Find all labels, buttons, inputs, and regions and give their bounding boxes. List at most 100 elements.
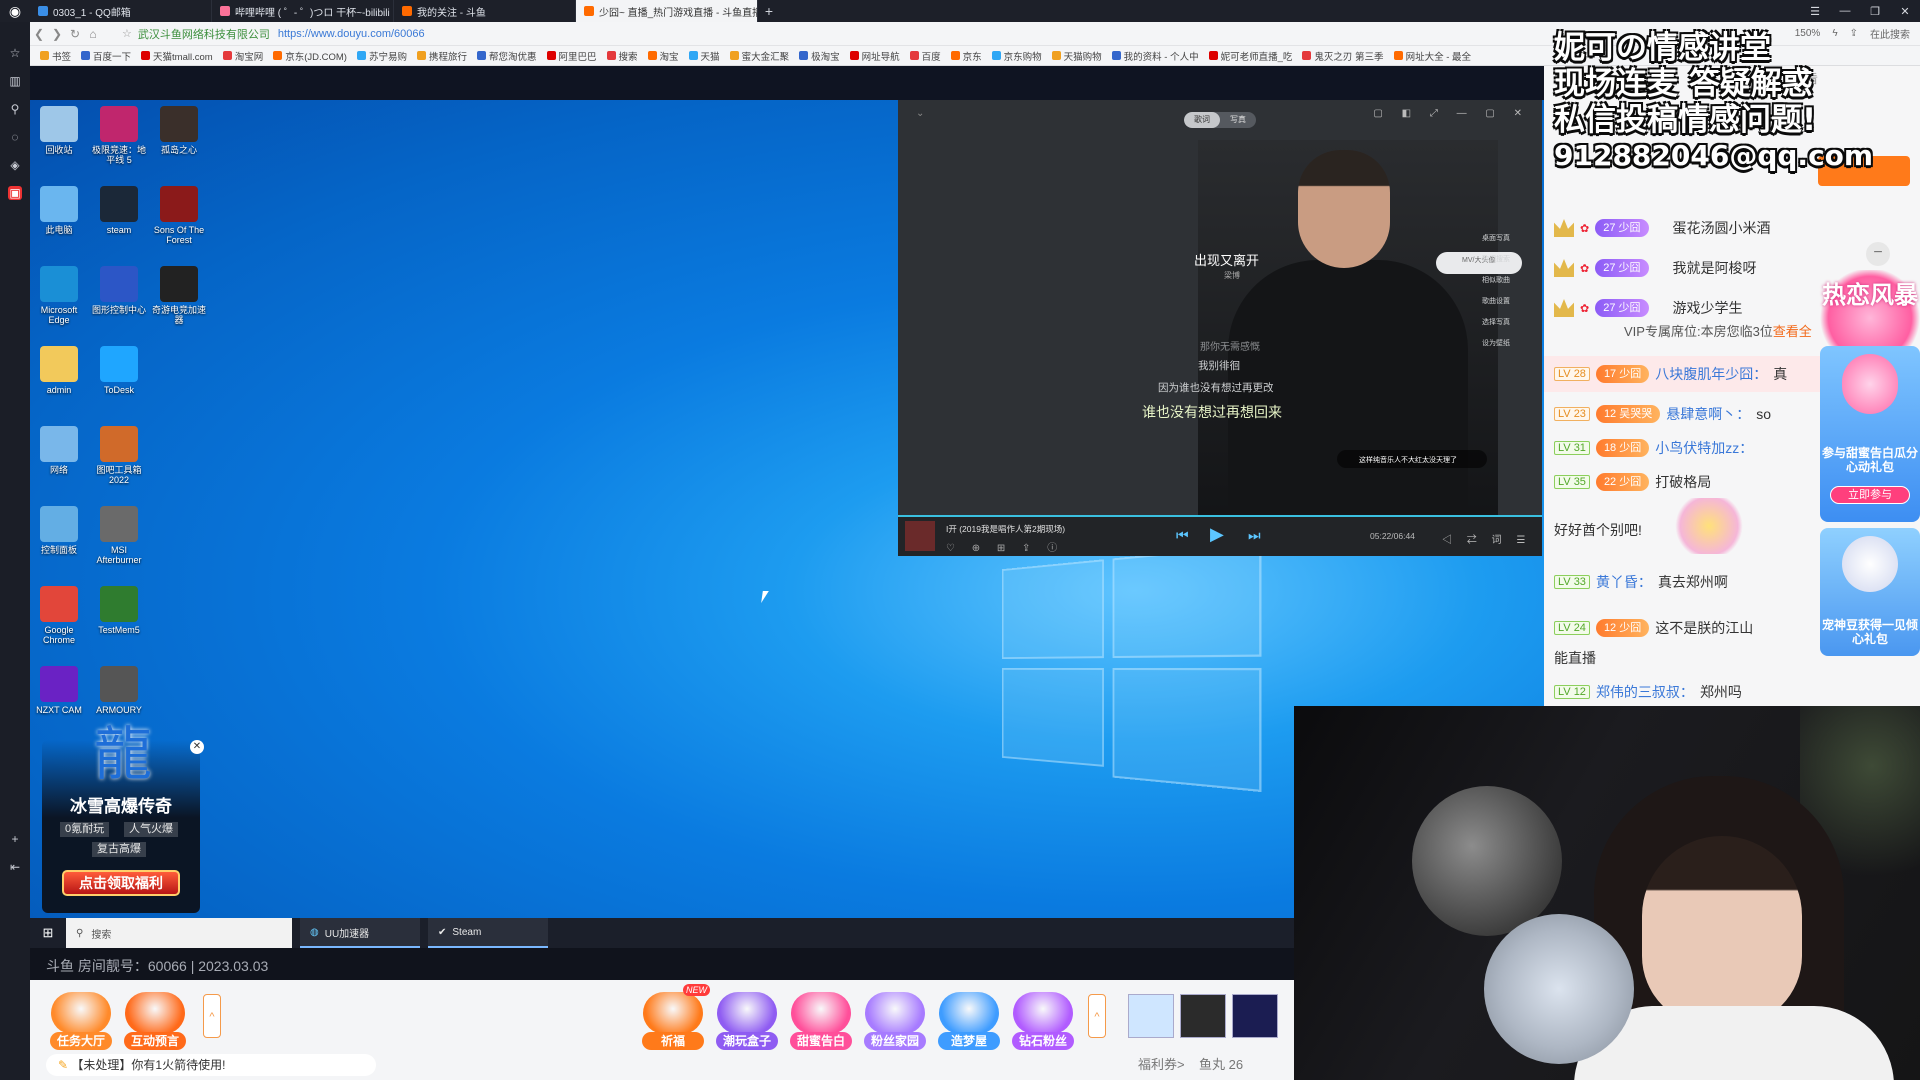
chat-message[interactable]: LV 31 18 少囧 小鸟伏特加zz：: [1554, 436, 1753, 460]
minimize-icon[interactable]: —: [1830, 0, 1860, 22]
gift-rocket-icon[interactable]: [1180, 994, 1226, 1038]
task-uu-accelerator[interactable]: ◍ UU加速器: [300, 918, 420, 948]
toolbar-button[interactable]: 钻石粉丝: [1010, 992, 1076, 1050]
join-now-button[interactable]: 立即参与: [1830, 486, 1910, 504]
chat-icon[interactable]: ◌: [8, 130, 22, 144]
desktop-icon[interactable]: 此电脑: [30, 186, 88, 235]
promo-pet-beans[interactable]: 宠神豆获得一见倾心礼包: [1820, 528, 1920, 656]
bookmark-item[interactable]: 我的资料 - 个人中: [1111, 49, 1199, 63]
bookmark-item[interactable]: 京东购物: [991, 49, 1042, 63]
game-advertisement[interactable]: 龍 ✕ 冰雪高爆传奇 0氪耐玩 人气火爆 复古高爆 点击领取福利: [42, 720, 204, 913]
promo-sweet-confession[interactable]: 参与甜蜜告白瓜分心动礼包 立即参与: [1820, 346, 1920, 522]
bookmark-item[interactable]: 天猫tmall.com: [141, 49, 213, 63]
star-icon[interactable]: ☆: [8, 46, 22, 60]
side-menu-item[interactable]: 相似歌曲: [1482, 275, 1538, 285]
toolbar-button[interactable]: 祈福 NEW: [640, 984, 710, 1050]
side-menu-item[interactable]: 设为壁纸: [1482, 338, 1538, 348]
welfare-link[interactable]: 福利券>: [1138, 1057, 1185, 1072]
desktop-icon[interactable]: 奇游电竞加速器: [150, 266, 208, 325]
task-steam[interactable]: ✔ Steam: [428, 918, 548, 948]
collapse-down-icon[interactable]: ⌄: [916, 108, 924, 119]
close-window-icon[interactable]: ✕: [1890, 0, 1920, 22]
desktop-icon[interactable]: 孤岛之心: [150, 106, 208, 155]
desktop-icon[interactable]: 图形控制中心: [90, 266, 148, 315]
vip-seat-row[interactable]: ✿ 27 少囧 游戏少学生: [1554, 296, 1743, 320]
desktop-icon[interactable]: ARMOURY: [90, 666, 148, 715]
side-menu-item[interactable]: 桌面写真: [1482, 233, 1538, 243]
close-ad-icon[interactable]: ✕: [190, 740, 204, 754]
bookmark-item[interactable]: 天猫: [688, 49, 720, 63]
chat-message[interactable]: LV 33 黄丫昏： 真去郑州啊: [1554, 570, 1728, 594]
song-action-icons[interactable]: ♡ ⊕ ⊞ ⇪ ⓘ: [946, 539, 1064, 554]
minimize-chat-icon[interactable]: −: [1866, 242, 1890, 266]
chat-message[interactable]: LV 24 12 少囧 这不是朕的江山: [1554, 616, 1753, 640]
desktop-icon[interactable]: 控制面板: [30, 506, 88, 555]
book-icon[interactable]: ▥: [8, 74, 22, 88]
expand-left-button[interactable]: ^: [203, 994, 221, 1038]
chat-message[interactable]: LV 28 17 少囧 八块腹肌年少囧： 真: [1554, 362, 1787, 386]
bookmark-item[interactable]: 淘宝: [647, 49, 679, 63]
desktop-icon[interactable]: ToDesk: [90, 346, 148, 395]
menu-icon[interactable]: ☰: [1800, 0, 1830, 22]
desktop-icon[interactable]: admin: [30, 346, 88, 395]
toolbar-button[interactable]: 互动预言: [122, 992, 188, 1050]
bookmark-item[interactable]: 妮可老师直播_吃: [1208, 49, 1292, 63]
desktop-icon[interactable]: 网络: [30, 426, 88, 475]
chat-message[interactable]: LV 35 22 少囧 打破格局: [1554, 470, 1711, 494]
game-icon[interactable]: ◈: [8, 158, 22, 172]
rocket-notice[interactable]: ✎ 【未处理】你有1火箭待使用!: [46, 1054, 376, 1076]
bookmark-item[interactable]: 帮您淘优惠: [476, 49, 537, 63]
bookmark-item[interactable]: 京东(JD.COM): [273, 49, 347, 63]
toolbar-button[interactable]: 造梦屋: [936, 992, 1002, 1050]
chat-message[interactable]: LV 23 12 吴哭哭 悬肆意啊丶： so: [1554, 402, 1771, 426]
bookmark-item[interactable]: 网址导航: [849, 49, 900, 63]
gift-telescope-icon[interactable]: [1232, 994, 1278, 1038]
side-menu-item[interactable]: 歌曲设置: [1482, 296, 1538, 306]
search-icon[interactable]: ⚲: [8, 102, 22, 116]
volume-and-list-icons[interactable]: ◁ ⇄ 词 ☰: [1442, 531, 1531, 546]
toolbar-button[interactable]: 粉丝家园: [862, 992, 928, 1050]
chat-user-name[interactable]: 八块腹肌年少囧：: [1655, 364, 1767, 384]
expand-gifts-button[interactable]: ^: [1088, 994, 1106, 1038]
desktop-icon[interactable]: MSI Afterburner: [90, 506, 148, 565]
home-icon[interactable]: ⌂: [84, 27, 102, 41]
bookmark-item[interactable]: 苏宁易购: [356, 49, 407, 63]
desktop-icon[interactable]: NZXT CAM: [30, 666, 88, 715]
new-tab-button[interactable]: +: [758, 0, 780, 22]
gift-plane-icon[interactable]: [1128, 994, 1174, 1038]
chat-message[interactable]: 能直播: [1554, 646, 1596, 670]
toolbar-button[interactable]: 任务大厅: [48, 992, 114, 1050]
tab-photo[interactable]: 写真: [1220, 112, 1256, 128]
vip-seat-row[interactable]: ✿ 27 少囧 我就是阿梭呀: [1554, 256, 1757, 280]
toolbar-button[interactable]: 潮玩盒子: [714, 992, 780, 1050]
toolbar-button[interactable]: 甜蜜告白: [788, 992, 854, 1050]
desktop-icon[interactable]: 极限竞速：地平线 5: [90, 106, 148, 165]
collapse-icon[interactable]: ⇤: [8, 860, 22, 874]
bookmark-item[interactable]: 蜜大金汇聚: [729, 49, 789, 63]
bookmark-item[interactable]: 搜索: [606, 49, 638, 63]
music-player-window[interactable]: ⌄ ▢ ◧ ⤢ — ▢ ✕ 歌词 写真 出现又离开 梁博 MV/大头像 那你无需…: [898, 100, 1542, 556]
vip-seat-row[interactable]: ✿ 27 少囧 蛋花汤圆小米酒: [1554, 216, 1771, 240]
windows-start-icon[interactable]: ⊞: [30, 925, 66, 941]
side-menu-item[interactable]: 歌词搜索: [1482, 254, 1538, 264]
site-identity[interactable]: 武汉斗鱼网络科技有限公司: [138, 26, 270, 42]
side-menu-item[interactable]: 选择写真: [1482, 317, 1538, 327]
bookmark-item[interactable]: 淘宝网: [222, 49, 263, 63]
bookmark-item[interactable]: 天猫购物: [1051, 49, 1102, 63]
desktop-icon[interactable]: 图吧工具箱2022: [90, 426, 148, 485]
desktop-icon[interactable]: steam: [90, 186, 148, 235]
chat-user-name[interactable]: 悬肆意啊丶：: [1666, 404, 1750, 424]
chat-user-name[interactable]: 郑伟的三叔叔：: [1596, 682, 1694, 702]
bookmark-item[interactable]: 百度一下: [81, 49, 131, 63]
desktop-icon[interactable]: Google Chrome: [30, 586, 88, 645]
bookmark-item[interactable]: 网址大全 - 最全: [1393, 49, 1471, 63]
lyric-photo-toggle[interactable]: 歌词 写真: [1184, 112, 1256, 128]
desktop-icon[interactable]: Sons Of The Forest: [150, 186, 208, 245]
tab-lyrics[interactable]: 歌词: [1184, 112, 1220, 128]
chat-message[interactable]: 好好酋个别吧!: [1554, 518, 1642, 542]
next-icon[interactable]: ⏭: [1248, 527, 1261, 544]
vip-view-all-link[interactable]: 查看全: [1773, 324, 1812, 339]
forward-icon[interactable]: ❯: [48, 27, 66, 41]
bookmark-item[interactable]: 百度: [909, 49, 941, 63]
play-icon[interactable]: ▶: [1210, 524, 1224, 545]
